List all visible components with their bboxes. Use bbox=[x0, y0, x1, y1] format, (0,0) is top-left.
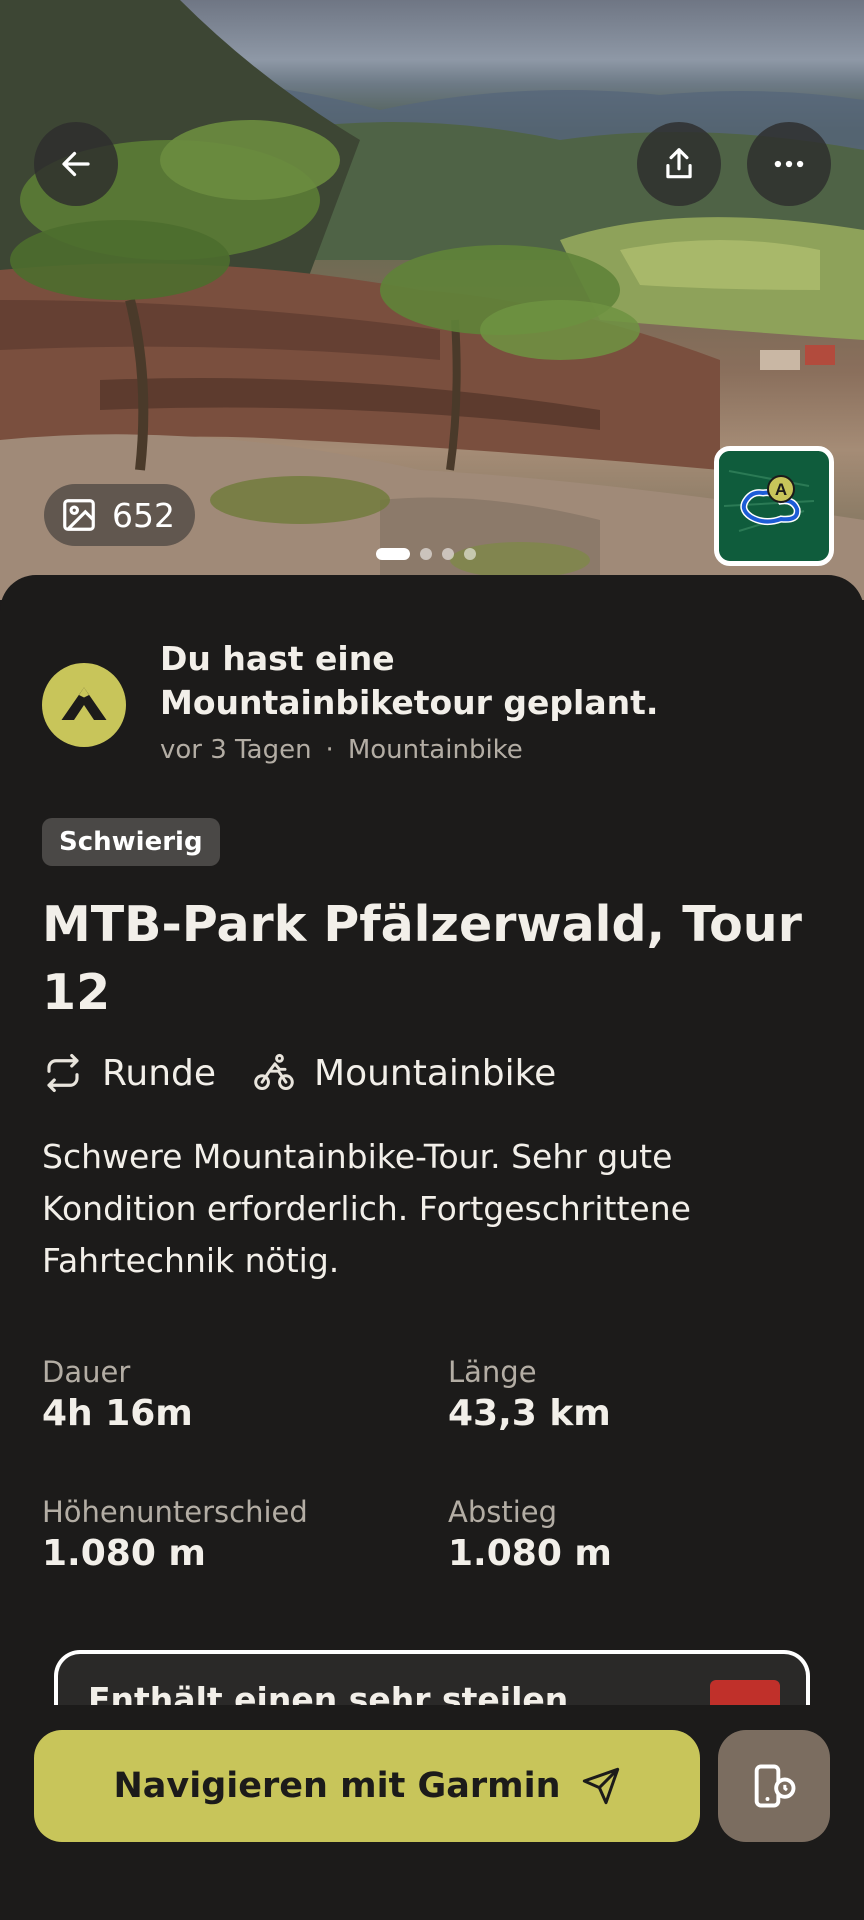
activity-meta: vor 3 Tagen · Mountainbike bbox=[160, 735, 720, 765]
carousel-dot bbox=[442, 548, 454, 560]
tour-type: Runde bbox=[42, 1052, 216, 1094]
activity-avatar bbox=[42, 663, 126, 747]
stat-label: Dauer bbox=[42, 1355, 131, 1389]
activity-time: vor 3 Tagen bbox=[160, 735, 312, 765]
send-to-device-button[interactable] bbox=[718, 1730, 830, 1842]
more-horizontal-icon bbox=[774, 160, 804, 168]
activity-entry[interactable]: Du hast eine Mountainbiketour geplant. v… bbox=[42, 637, 720, 765]
stat-value: 43,3 km bbox=[448, 1393, 611, 1434]
stat-label: Höhenunterschied bbox=[42, 1495, 308, 1529]
photo-count: 652 bbox=[112, 495, 175, 535]
carousel-dot-active bbox=[376, 548, 410, 560]
stat-descent: Abstieg 1.080 m bbox=[448, 1495, 828, 1574]
meta-separator: · bbox=[325, 735, 334, 765]
activity-sport: Mountainbike bbox=[347, 735, 523, 765]
tour-type-label: Runde bbox=[102, 1052, 217, 1094]
back-button[interactable] bbox=[34, 122, 118, 206]
share-icon bbox=[666, 148, 692, 179]
route-map-icon: A bbox=[719, 451, 819, 551]
activity-title: Du hast eine Mountainbiketour geplant. bbox=[160, 639, 659, 722]
carousel-dot bbox=[464, 548, 476, 560]
map-thumbnail-button[interactable]: A bbox=[714, 446, 834, 566]
phone-watch-icon bbox=[754, 1764, 796, 1808]
difficulty-badge: Schwierig bbox=[42, 818, 220, 866]
photo-count-badge[interactable]: 652 bbox=[44, 484, 195, 546]
arrow-left-icon bbox=[62, 151, 90, 177]
stat-label: Abstieg bbox=[448, 1495, 558, 1529]
tour-attributes: Runde Mountainbike bbox=[42, 1051, 556, 1095]
stat-value: 1.080 m bbox=[42, 1533, 206, 1574]
stat-value: 1.080 m bbox=[448, 1533, 612, 1574]
loop-icon bbox=[47, 1053, 79, 1093]
tour-description: Schwere Mountainbike-Tour. Sehr gute Kon… bbox=[42, 1137, 691, 1280]
stat-duration: Dauer 4h 16m bbox=[42, 1355, 422, 1434]
activity-text: Du hast eine Mountainbiketour geplant. v… bbox=[160, 637, 720, 765]
navigate-button-label: Navigieren mit Garmin bbox=[113, 1766, 561, 1806]
image-icon bbox=[63, 499, 95, 531]
tour-sport: Mountainbike bbox=[252, 1051, 556, 1095]
route-start-marker: A bbox=[775, 480, 787, 499]
stat-value: 4h 16m bbox=[42, 1393, 193, 1434]
mountain-icon bbox=[61, 687, 107, 720]
tour-title: MTB-Park Pfälzerwald, Tour 12 bbox=[42, 896, 802, 1021]
hero-photo[interactable]: 652 A bbox=[0, 0, 864, 600]
navigate-with-garmin-button[interactable]: Navigieren mit Garmin bbox=[34, 1730, 700, 1842]
carousel-dot bbox=[420, 548, 432, 560]
stat-label: Länge bbox=[448, 1355, 537, 1389]
tour-sport-label: Mountainbike bbox=[314, 1052, 557, 1094]
more-options-button[interactable] bbox=[747, 122, 831, 206]
mountain-bike-icon bbox=[254, 1053, 294, 1091]
share-button[interactable] bbox=[637, 122, 721, 206]
navigation-arrow-icon bbox=[582, 1767, 619, 1805]
bottom-action-bar: Navigieren mit Garmin bbox=[0, 1705, 864, 1920]
stat-elevation: Höhenunterschied 1.080 m bbox=[42, 1495, 422, 1574]
stat-length: Länge 43,3 km bbox=[448, 1355, 828, 1434]
carousel-indicator bbox=[376, 548, 476, 560]
